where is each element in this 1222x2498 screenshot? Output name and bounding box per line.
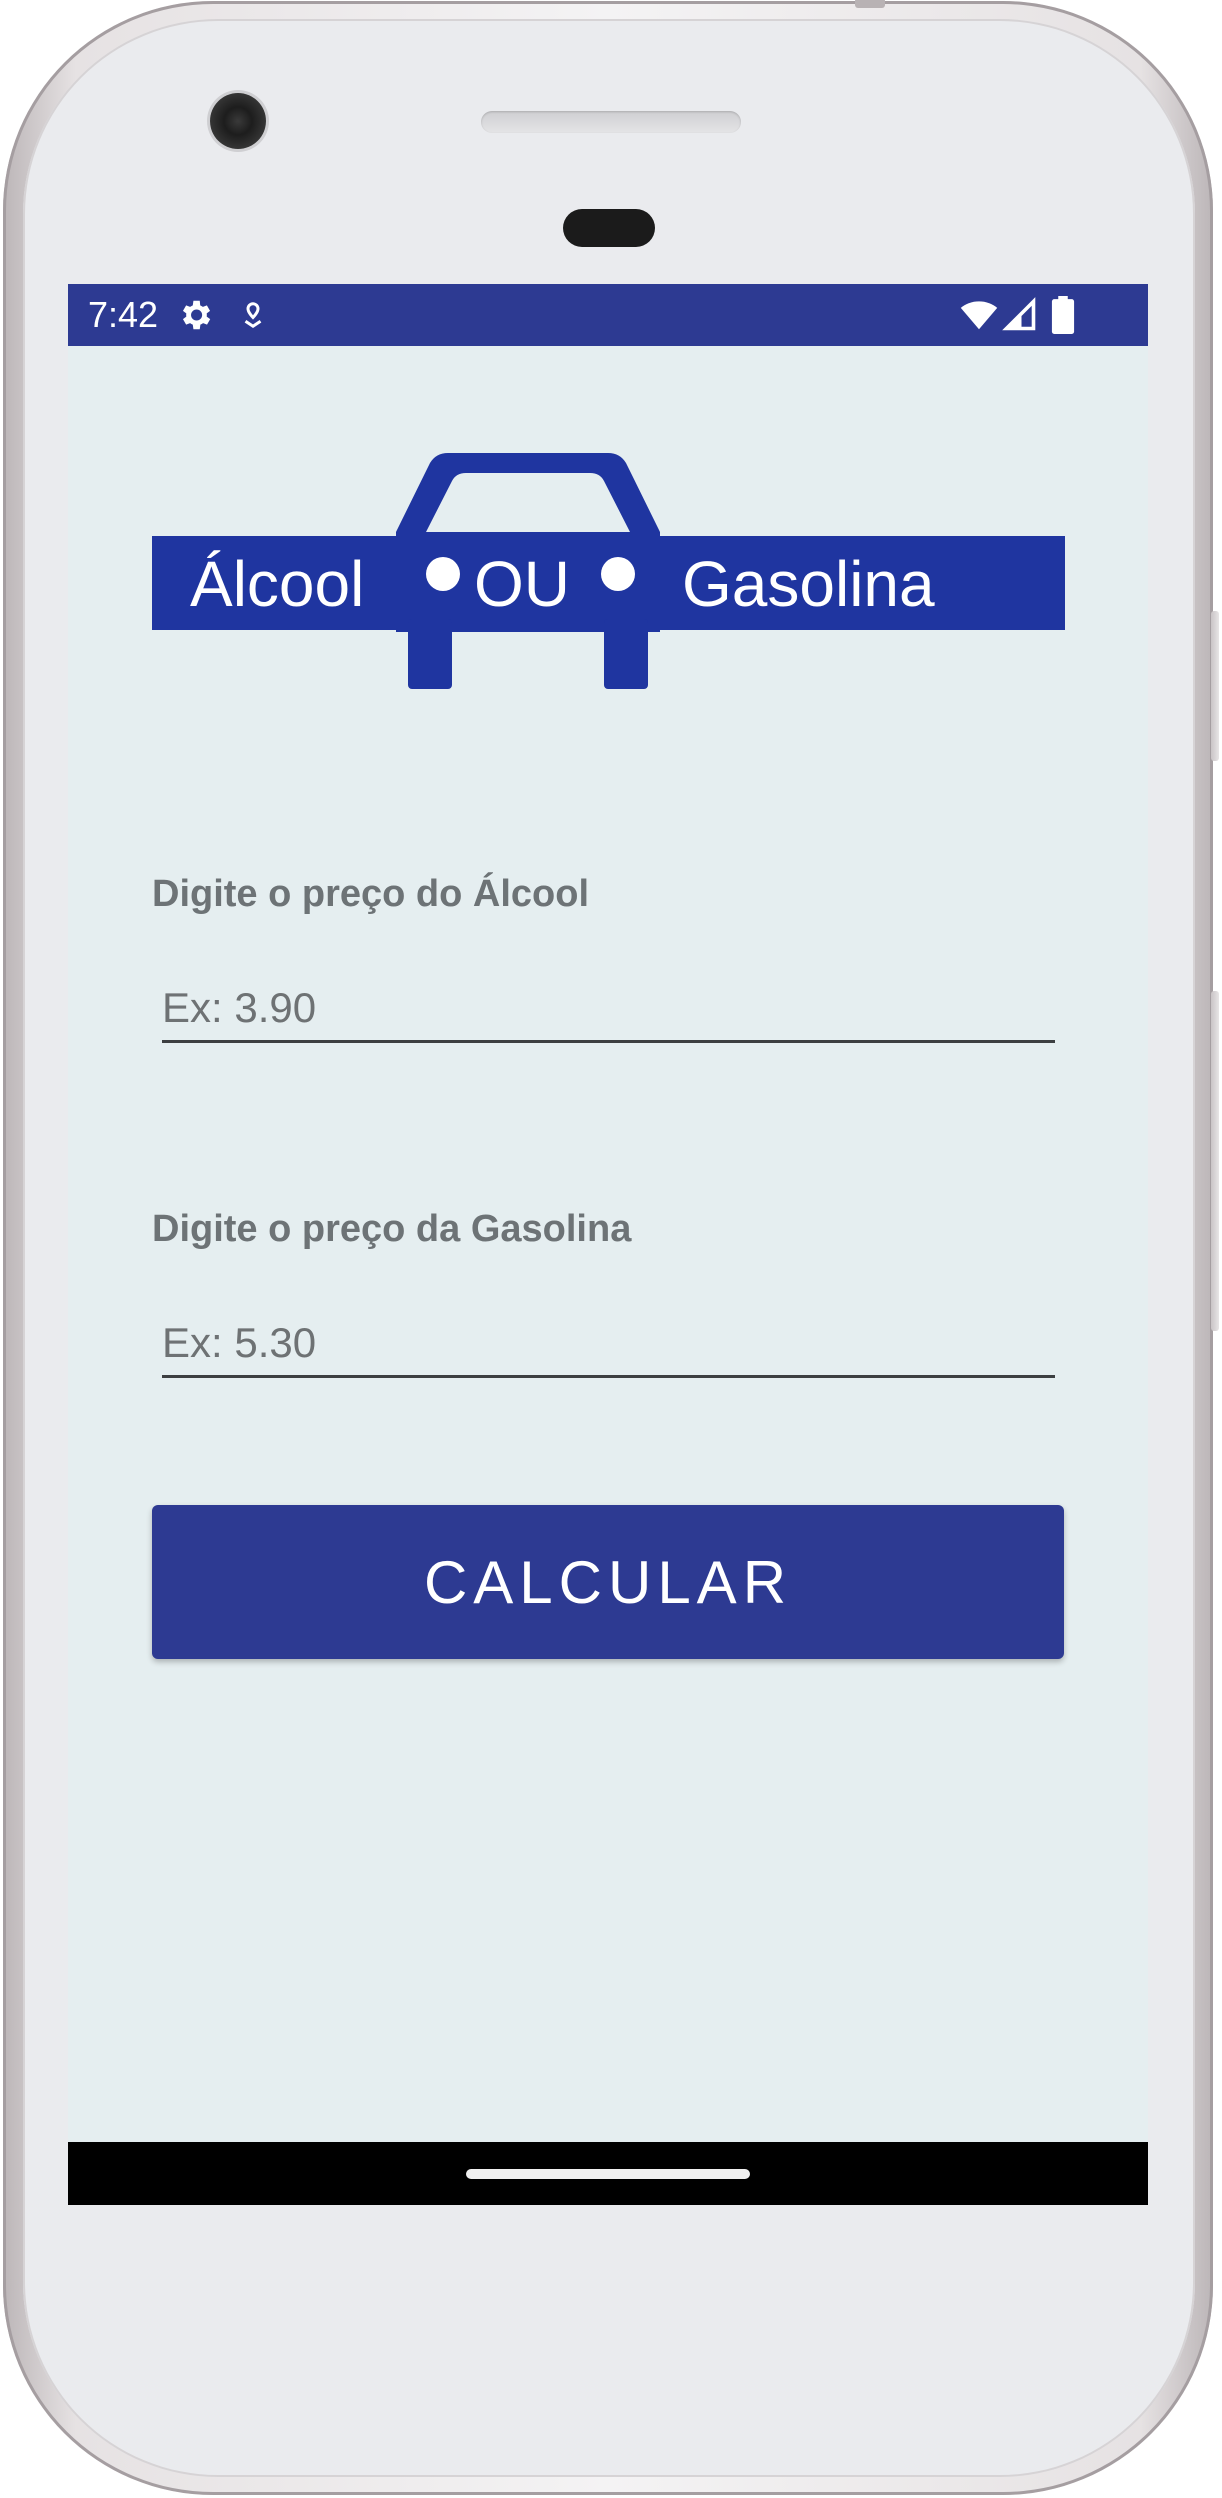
wifi-icon <box>960 301 998 330</box>
phone-top-button <box>855 0 885 8</box>
app-logo: Álcool OU Gasolina <box>152 453 1065 689</box>
power-button <box>1211 611 1219 761</box>
car-headlight-right <box>601 557 635 591</box>
home-gesture-handle[interactable] <box>466 2169 750 2179</box>
status-time: 7:42 <box>88 294 159 335</box>
location-pin-icon <box>244 302 262 329</box>
battery-icon <box>1051 296 1075 334</box>
navigation-bar <box>68 2142 1148 2205</box>
app-screen: 7:42 Álcool OU Gasolina Digite o preço d… <box>68 284 1148 2205</box>
volume-rocker <box>1211 991 1219 1331</box>
car-headlight-left <box>426 557 460 591</box>
gear-icon <box>182 300 211 330</box>
gasoline-price-label: Digite o preço da Gasolina <box>152 1208 632 1250</box>
cellular-signal-icon <box>1002 297 1036 331</box>
car-wheel-left <box>408 619 452 689</box>
car-roof-shape <box>396 453 660 532</box>
logo-word-gasolina: Gasolina <box>682 548 935 620</box>
calculate-button[interactable]: CALCULAR <box>152 1505 1064 1659</box>
front-camera <box>210 93 266 149</box>
alcohol-price-label: Digite o preço do Álcool <box>152 873 590 915</box>
proximity-sensor <box>563 209 655 247</box>
phone-frame: 7:42 Álcool OU Gasolina Digite o preço d… <box>3 0 1219 2495</box>
alcohol-price-input[interactable] <box>162 976 1055 1043</box>
car-wheel-right <box>604 619 648 689</box>
gasoline-price-input[interactable] <box>162 1311 1055 1378</box>
status-bar: 7:42 <box>68 284 1148 346</box>
earpiece-speaker <box>481 111 741 133</box>
logo-word-ou: OU <box>474 548 570 620</box>
logo-word-alcool: Álcool <box>190 548 364 620</box>
